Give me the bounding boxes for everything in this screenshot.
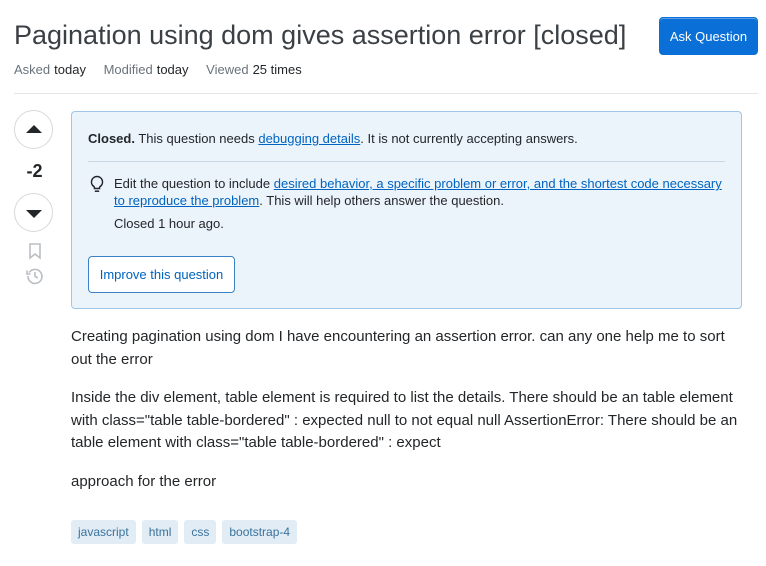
edit-pre-text: Edit the question to include (114, 176, 271, 191)
tag-javascript[interactable]: javascript (71, 520, 136, 544)
downvote-button[interactable] (14, 193, 53, 232)
tag-list: javascript html css bootstrap-4 (71, 520, 298, 544)
arrow-down-icon (25, 209, 42, 218)
tag-css[interactable]: css (184, 520, 217, 544)
notice-divider (88, 161, 725, 162)
closed-time: Closed 1 hour ago. (114, 216, 224, 231)
tag-bootstrap-4[interactable]: bootstrap-4 (222, 520, 298, 544)
upvote-button[interactable] (14, 110, 53, 149)
body-paragraph: Inside the div element, table element is… (71, 389, 738, 451)
ask-question-button[interactable]: Ask Question (659, 17, 758, 55)
bookmark-button[interactable] (14, 242, 55, 260)
debugging-details-link[interactable]: debugging details (258, 131, 360, 146)
closed-notice-text: Closed. This question needs debugging de… (88, 131, 578, 147)
question-meta: Asked today Modified today Viewed 25 times (14, 61, 316, 79)
closed-label: Closed. (88, 131, 135, 146)
edit-guidance-text: Edit the question to include desired beh… (114, 175, 729, 209)
history-icon (25, 268, 43, 285)
modified-label: Modified (103, 62, 153, 77)
modified-value[interactable]: today (157, 62, 189, 77)
question-body: Creating pagination using dom I have enc… (71, 326, 743, 509)
tag-html[interactable]: html (141, 520, 179, 544)
body-paragraph: approach for the error (71, 472, 217, 490)
history-button[interactable] (14, 266, 55, 286)
question-title[interactable]: Pagination using dom gives assertion err… (14, 15, 644, 55)
viewed-label: Viewed (206, 62, 249, 77)
viewed-value: 25 times (252, 62, 302, 77)
closed-reason-text: This question needs (138, 131, 255, 146)
improve-question-button[interactable]: Improve this question (88, 256, 235, 293)
closed-notice: Closed. This question needs debugging de… (71, 111, 742, 309)
arrow-up-icon (25, 124, 42, 133)
asked-value[interactable]: today (54, 62, 86, 77)
asked-label: Asked (14, 62, 51, 77)
closed-suffix-text: . It is not currently accepting answers. (360, 131, 578, 146)
vote-cell: -2 (14, 110, 55, 286)
divider (14, 93, 758, 94)
vote-count: -2 (26, 161, 43, 181)
bookmark-icon (28, 243, 41, 260)
body-paragraph: Creating pagination using dom I have enc… (71, 328, 725, 368)
lightbulb-icon (90, 175, 104, 192)
edit-post-text: . This will help others answer the quest… (259, 193, 504, 208)
